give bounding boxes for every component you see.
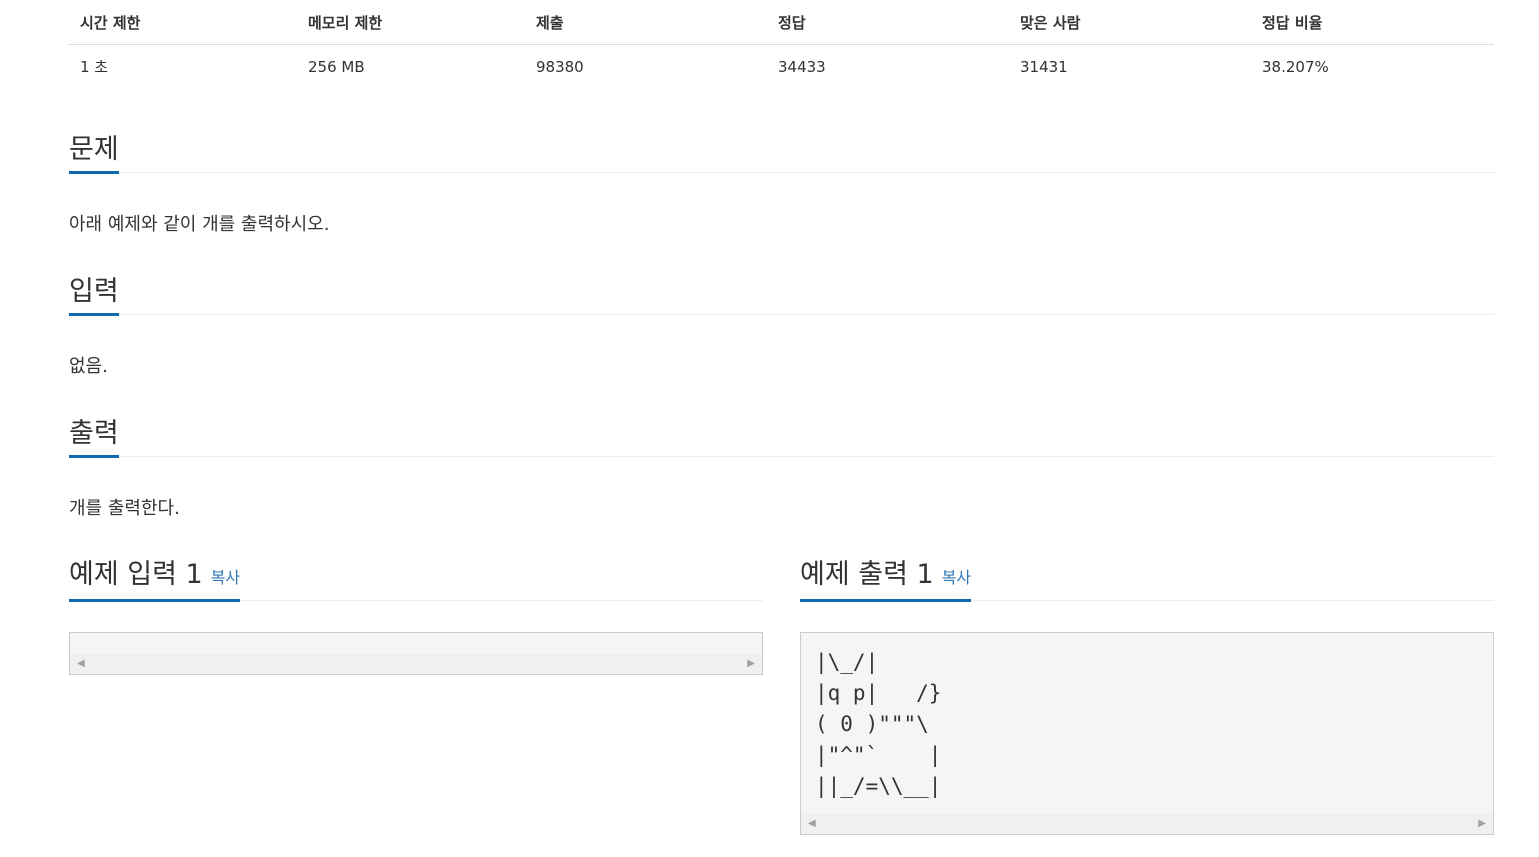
header-accepted: 정답 bbox=[767, 0, 1009, 45]
output-description: 개를 출력한다. bbox=[69, 498, 180, 519]
sample-output-content: |\_/| |q p| /} ( 0 )"""\ |"^"` | ||_/=\\… bbox=[815, 650, 942, 798]
output-headline: 출력 bbox=[69, 412, 1494, 458]
header-memory-limit: 메모리 제한 bbox=[297, 0, 525, 45]
sample-output-section: 예제 출력 1 복사 |\_/| |q p| /} ( 0 )"""\ |"^"`… bbox=[800, 556, 1494, 835]
output-title: 출력 bbox=[69, 417, 119, 458]
problem-info-header-row: 시간 제한 메모리 제한 제출 정답 맞은 사람 정답 비율 bbox=[69, 0, 1494, 45]
problem-page: 시간 제한 메모리 제한 제출 정답 맞은 사람 정답 비율 1 초 256 M… bbox=[69, 0, 1494, 835]
sample-input-headline: 예제 입력 1 복사 bbox=[69, 556, 763, 602]
sample-output-headline: 예제 출력 1 복사 bbox=[800, 556, 1494, 602]
problem-description: 아래 예제와 같이 개를 출력하시오. bbox=[69, 214, 330, 235]
scroll-right-arrow-icon[interactable]: ▶ bbox=[747, 658, 755, 670]
sample-input-section: 예제 입력 1 복사 ◀ ▶ bbox=[69, 556, 763, 675]
accepted-value: 34433 bbox=[778, 57, 826, 76]
accept-ratio-value: 38.207% bbox=[1262, 57, 1329, 76]
problem-info-table: 시간 제한 메모리 제한 제출 정답 맞은 사람 정답 비율 1 초 256 M… bbox=[69, 0, 1494, 88]
sample-input-copy-button[interactable]: 복사 bbox=[211, 568, 240, 587]
scroll-left-arrow-icon[interactable]: ◀ bbox=[808, 818, 816, 830]
sample-output-heading: 예제 출력 1 복사 bbox=[800, 558, 972, 602]
input-headline: 입력 bbox=[69, 270, 1494, 316]
problem-section: 문제 아래 예제와 같이 개를 출력하시오. bbox=[69, 128, 1494, 235]
sample-output-copy-button[interactable]: 복사 bbox=[942, 568, 971, 587]
header-solved-users: 맞은 사람 bbox=[1009, 0, 1251, 45]
output-section: 출력 개를 출력한다. bbox=[69, 412, 1494, 519]
sample-output-box: |\_/| |q p| /} ( 0 )"""\ |"^"` | ||_/=\\… bbox=[800, 632, 1494, 835]
header-time-limit: 시간 제한 bbox=[69, 0, 297, 45]
sample-input-box: ◀ ▶ bbox=[69, 632, 763, 675]
sample-output-title: 예제 출력 1 bbox=[800, 559, 934, 590]
header-accept-ratio: 정답 비율 bbox=[1251, 0, 1494, 45]
sample-input-scrollbar[interactable]: ◀ ▶ bbox=[70, 654, 762, 674]
problem-info-value-row: 1 초 256 MB 98380 34433 31431 38.207% bbox=[69, 45, 1494, 89]
input-title: 입력 bbox=[69, 275, 119, 316]
scroll-left-arrow-icon[interactable]: ◀ bbox=[77, 658, 85, 670]
sample-input-title: 예제 입력 1 bbox=[69, 559, 203, 590]
input-description: 없음. bbox=[69, 356, 108, 377]
input-section: 입력 없음. bbox=[69, 270, 1494, 377]
submissions-value: 98380 bbox=[536, 57, 584, 76]
scroll-right-arrow-icon[interactable]: ▶ bbox=[1478, 818, 1486, 830]
problem-title: 문제 bbox=[69, 133, 119, 174]
sample-input-content bbox=[70, 633, 762, 647]
memory-limit-value: 256 MB bbox=[308, 57, 365, 76]
solved-users-value: 31431 bbox=[1020, 57, 1068, 76]
header-submissions: 제출 bbox=[525, 0, 767, 45]
sample-input-heading: 예제 입력 1 복사 bbox=[69, 558, 241, 602]
problem-headline: 문제 bbox=[69, 128, 1494, 174]
sample-output-scrollbar[interactable]: ◀ ▶ bbox=[801, 814, 1493, 834]
time-limit-value: 1 초 bbox=[80, 58, 109, 76]
